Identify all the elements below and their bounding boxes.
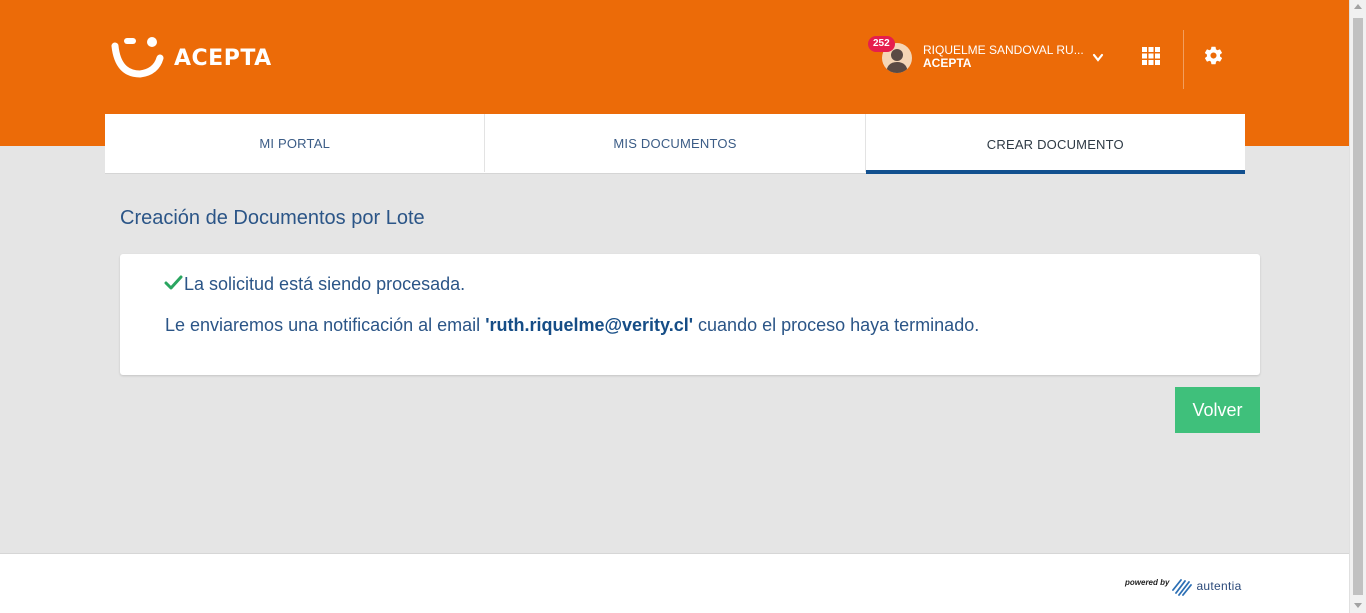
main-tabs: MI PORTAL MIS DOCUMENTOS CREAR DOCUMENTO: [105, 114, 1245, 174]
notification-badge[interactable]: 252: [868, 36, 895, 52]
tab-mi-portal[interactable]: MI PORTAL: [105, 114, 486, 172]
scroll-up-arrow-icon[interactable]: [1354, 4, 1362, 9]
page-title: Creación de Documentos por Lote: [120, 207, 425, 229]
scroll-thumb[interactable]: [1353, 18, 1363, 595]
header-divider: [1183, 30, 1184, 89]
notification-prefix: Le enviaremos una notificación al email: [165, 315, 486, 335]
notification-suffix: cuando el proceso haya terminado.: [693, 315, 980, 335]
scroll-down-arrow-icon[interactable]: [1354, 603, 1362, 608]
status-line: La solicitud está siendo procesada.: [164, 274, 465, 295]
user-company: ACEPTA: [923, 56, 972, 70]
status-message: La solicitud está siendo procesada.: [184, 274, 466, 294]
tab-crear-documento[interactable]: CREAR DOCUMENTO: [865, 114, 1245, 174]
checkmark-icon: [164, 275, 183, 290]
powered-by-label: powered by: [1125, 577, 1170, 587]
provider-name: autentia: [1196, 579, 1242, 593]
smile-logo-icon: [111, 37, 164, 78]
autentia-logo-icon: [1172, 579, 1193, 596]
user-info: RIQUELME SANDOVAL RU... ACEPTA: [923, 44, 1084, 70]
apps-grid-icon[interactable]: [1142, 47, 1160, 70]
powered-by-autentia[interactable]: powered by autentia: [1125, 576, 1242, 596]
brand-name: ACEPTA: [174, 45, 272, 71]
tab-mis-documentos[interactable]: MIS DOCUMENTOS: [485, 114, 866, 172]
gear-icon[interactable]: [1203, 45, 1224, 71]
page-footer: powered by autentia: [0, 553, 1349, 613]
chevron-down-icon[interactable]: [1092, 50, 1104, 68]
vertical-scrollbar[interactable]: [1349, 0, 1366, 613]
brand-logo[interactable]: ACEPTA: [110, 36, 272, 80]
notification-message: Le enviaremos una notificación al email …: [165, 315, 979, 336]
back-button[interactable]: Volver: [1175, 387, 1260, 433]
notification-email: 'ruth.riquelme@verity.cl': [485, 315, 694, 335]
status-card: La solicitud está siendo procesada. Le e…: [120, 254, 1260, 375]
